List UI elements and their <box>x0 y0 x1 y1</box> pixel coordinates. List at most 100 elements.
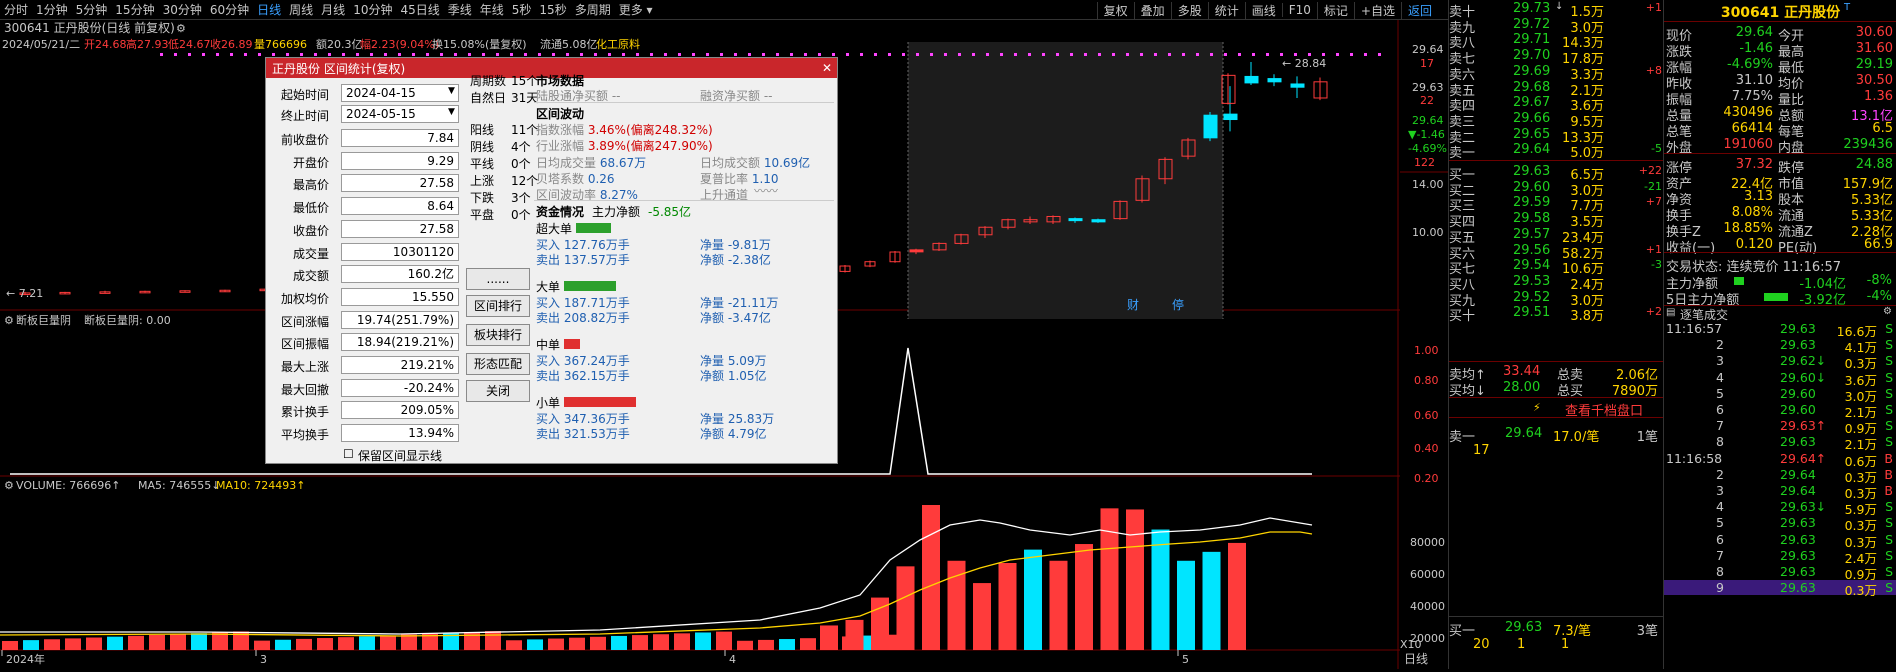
info-value: -1.46 <box>1739 41 1773 56</box>
toolbar-btn-8[interactable]: 返回 <box>1400 1 1438 19</box>
period-tab-2[interactable]: 5分钟 <box>72 1 112 18</box>
toolbar-btn-7[interactable]: +自选 <box>1353 1 1401 19</box>
period-tab-11[interactable]: 季线 <box>444 1 476 18</box>
wave-item: 日均成交额 10.69亿 <box>700 154 810 171</box>
ask-row[interactable]: 卖六 29.69 3.3万 +8 <box>1449 64 1664 83</box>
limit-dot <box>1084 53 1087 56</box>
period-tab-14[interactable]: 15秒 <box>535 1 570 18</box>
period-tab-5[interactable]: 60分钟 <box>206 1 253 18</box>
dialog-button-4[interactable]: 关闭 <box>466 380 530 402</box>
period-tab-3[interactable]: 15分钟 <box>111 1 158 18</box>
bid-row[interactable]: 买六 29.56 58.2万 +1 <box>1449 243 1664 262</box>
ask-row[interactable]: 卖一 29.64 5.0万 -5 <box>1449 142 1664 161</box>
checkbox-icon[interactable]: ☐ <box>343 447 354 461</box>
tick-price: 29.63↓ <box>1780 499 1827 515</box>
order-detail: 1 <box>1517 637 1526 652</box>
period-tab-10[interactable]: 45日线 <box>396 1 443 18</box>
toolbar-btn-4[interactable]: 画线 <box>1244 1 1282 19</box>
chevron-down-icon[interactable]: ▼ <box>448 86 455 96</box>
ask-row[interactable]: 卖四 29.67 3.6万 <box>1449 95 1664 114</box>
dialog-button-0[interactable]: ...... <box>466 268 530 290</box>
bid-row[interactable]: 买三 29.59 7.7万 +7 <box>1449 195 1664 214</box>
tick-time: 8 <box>1716 564 1724 579</box>
start-label: 起始时间 <box>280 88 329 102</box>
level-change: +22 <box>1638 164 1662 177</box>
period-tab-8[interactable]: 月线 <box>317 1 349 18</box>
bid-row[interactable]: 买八 29.53 2.4万 <box>1449 274 1664 293</box>
toolbar-btn-5[interactable]: F10 <box>1281 3 1317 17</box>
period-tab-15[interactable]: 多周期 <box>571 1 615 18</box>
period-tab-13[interactable]: 5秒 <box>508 1 536 18</box>
dialog-button-2[interactable]: 板块排行 <box>466 324 530 346</box>
bid-row[interactable]: 买九 29.52 3.0万 <box>1449 290 1664 309</box>
limit-dot <box>202 53 205 56</box>
start-date-input[interactable]: 2024-04-15 <box>341 84 459 102</box>
volume-bar <box>401 634 417 650</box>
limit-dot <box>790 53 793 56</box>
finance-marker[interactable]: 财 <box>1127 298 1139 312</box>
ask-row[interactable]: 卖九 29.72 3.0万 <box>1449 17 1664 36</box>
price-axis-label: 29.64 <box>1412 114 1444 127</box>
ask-row[interactable]: 卖八 29.71 14.3万 <box>1449 32 1664 51</box>
volume-bar <box>527 639 543 650</box>
bid-row[interactable]: 买十 29.51 3.8万 +2 <box>1449 305 1664 324</box>
limit-dot <box>986 53 989 56</box>
chevron-down-icon[interactable]: ▼ <box>448 107 455 117</box>
ask-row[interactable]: 卖五 29.68 2.1万 <box>1449 80 1664 99</box>
mid-value: 0个 <box>511 208 531 222</box>
wave-value: 3.89% <box>587 139 626 153</box>
bid-row[interactable]: 买五 29.57 23.4万 <box>1449 227 1664 246</box>
tick-row: 4 29.60↓ 3.6万 S <box>1664 370 1896 388</box>
group-net-amt: 净额 -3.47亿 <box>700 311 771 325</box>
gear-icon[interactable]: ⚙ <box>4 479 14 492</box>
gear-icon[interactable]: ⚙ <box>176 22 186 35</box>
mid-label: 阴线 <box>470 140 495 154</box>
dialog-button-1[interactable]: 区间排行 <box>466 295 530 317</box>
bid-row[interactable]: 买一 29.63 6.5万 +22 <box>1449 164 1664 183</box>
ask-row[interactable]: 卖三 29.66 9.5万 <box>1449 111 1664 130</box>
dialog-button-3[interactable]: 形态匹配 <box>466 353 530 375</box>
volume-bar <box>380 635 396 650</box>
ask-row[interactable]: 卖二 29.65 13.3万 <box>1449 127 1664 146</box>
selection-region <box>908 42 1223 319</box>
settings-icon[interactable]: ⚙ <box>1883 306 1892 317</box>
end-date-input[interactable]: 2024-05-15 <box>341 105 459 123</box>
limit-dot <box>1364 53 1367 56</box>
bid-row[interactable]: 买二 29.60 3.0万 -21 <box>1449 180 1664 199</box>
stat-label: 开盘价 <box>292 155 329 170</box>
avg-price: 33.44 <box>1503 364 1541 379</box>
period-tab-0[interactable]: 分时 <box>0 1 32 18</box>
range-stats-dialog: 正丹股份 区间统计(复权) ✕ 起始时间 2024-04-15 ▼ 终止时间 2024-… <box>265 57 838 464</box>
info-value: 29.64 <box>1735 25 1773 40</box>
limit-dot <box>902 53 905 56</box>
limit-dot <box>1042 53 1045 56</box>
limit-dot <box>426 53 429 56</box>
period-tab-1[interactable]: 1分钟 <box>32 1 72 18</box>
close-icon[interactable]: ✕ <box>817 61 837 75</box>
limit-dot <box>1196 53 1199 56</box>
period-tab-4[interactable]: 30分钟 <box>159 1 206 18</box>
gear-icon[interactable]: ⚙ <box>4 314 14 327</box>
volume-bar <box>275 639 291 650</box>
ask-row[interactable]: 卖十 29.73 ↓ 1.5万 +1 <box>1449 1 1664 20</box>
tick-price: 29.63 <box>1780 564 1816 579</box>
period-tab-7[interactable]: 周线 <box>285 1 317 18</box>
period-tab-16[interactable]: 更多 ▾ <box>615 1 657 18</box>
toolbar-btn-3[interactable]: 统计 <box>1207 1 1245 19</box>
period-tab-12[interactable]: 年线 <box>476 1 508 18</box>
halt-marker[interactable]: 停 <box>1172 297 1184 312</box>
bid-row[interactable]: 买七 29.54 10.6万 -3 <box>1449 258 1664 277</box>
candle <box>1223 113 1238 121</box>
toolbar-btn-6[interactable]: 标记 <box>1316 1 1354 19</box>
wave-extra: (偏离248.32%) <box>625 123 713 137</box>
period-tab-6[interactable]: 日线 <box>253 1 285 18</box>
toolbar-btn-1[interactable]: 叠加 <box>1133 1 1171 19</box>
bid-row[interactable]: 买四 29.58 3.5万 <box>1449 211 1664 230</box>
volume-tick: 80000 <box>1410 536 1445 549</box>
info-icon: T <box>1844 2 1851 13</box>
tick-price: 29.64↑ <box>1780 450 1827 466</box>
toolbar-btn-0[interactable]: 复权 <box>1096 1 1134 19</box>
period-tab-9[interactable]: 10分钟 <box>349 1 396 18</box>
toolbar-btn-2[interactable]: 多股 <box>1170 1 1208 19</box>
ask-row[interactable]: 卖七 29.70 17.8万 <box>1449 48 1664 67</box>
